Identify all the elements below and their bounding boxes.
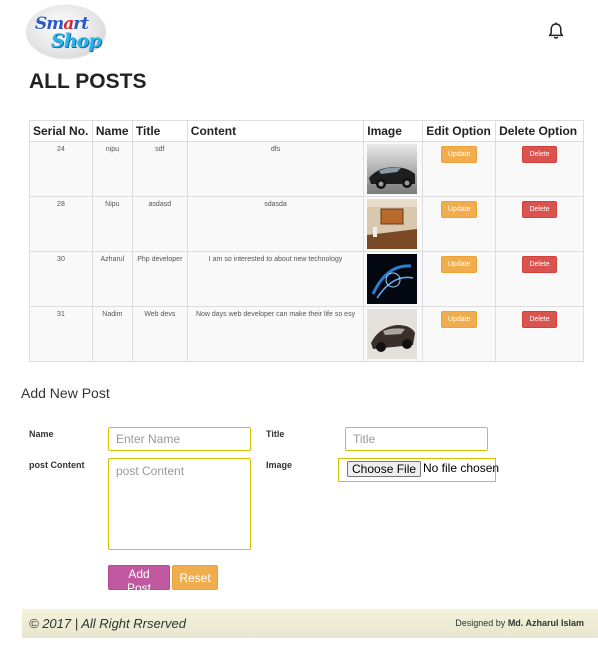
cell-name: Azharul bbox=[91, 251, 133, 307]
title-label: Title bbox=[266, 429, 285, 439]
post-thumbnail-car-dark bbox=[367, 309, 418, 359]
cell-name: nipu bbox=[91, 141, 133, 197]
post-thumbnail-abstract bbox=[367, 254, 418, 304]
logo-text-shop: Shop bbox=[51, 30, 101, 52]
table-row: 30 Azharul Php developer I am so interes… bbox=[29, 251, 584, 307]
designer-name: Md. Azharul Islam bbox=[507, 618, 584, 628]
posts-table: Serial No. Name Title Content Image Edit… bbox=[29, 120, 584, 362]
designed-by: Designed by Md. Azharul Islam bbox=[455, 618, 584, 628]
choose-file-button[interactable]: Choose File bbox=[347, 461, 422, 477]
title-input[interactable] bbox=[345, 427, 488, 451]
bell-icon[interactable] bbox=[546, 21, 566, 41]
column-header-delete: Delete Option bbox=[495, 120, 584, 142]
column-header-serial: Serial No. bbox=[29, 120, 93, 142]
update-button[interactable]: Update bbox=[440, 256, 478, 273]
cell-serial: 24 bbox=[29, 141, 93, 197]
delete-button[interactable]: Delete bbox=[522, 256, 557, 273]
copyright-text: © 2017 | All Right Rrserved bbox=[29, 616, 186, 631]
cell-serial: 28 bbox=[29, 196, 93, 252]
cell-title: Php developer bbox=[131, 251, 188, 307]
table-row: 24 nipu sdf dfs Update Delete bbox=[29, 141, 584, 197]
cell-content: dfs bbox=[186, 141, 365, 197]
smart-shop-logo[interactable]: Smart Shop bbox=[27, 6, 105, 58]
cell-title: Web devs bbox=[131, 306, 188, 362]
footer: © 2017 | All Right Rrserved Designed by … bbox=[22, 609, 598, 638]
add-post-button[interactable]: Add Post bbox=[108, 565, 170, 595]
cell-name: Nadim bbox=[91, 306, 133, 362]
column-header-name: Name bbox=[91, 120, 133, 142]
page-title: ALL POSTS bbox=[29, 70, 147, 93]
cell-content: I am so interested to about new technolo… bbox=[186, 251, 365, 307]
delete-button[interactable]: Delete bbox=[522, 311, 557, 328]
update-button[interactable]: Update bbox=[440, 201, 478, 218]
post-content-textarea[interactable] bbox=[108, 458, 251, 550]
column-header-image: Image bbox=[363, 120, 424, 142]
cell-title: asdasd bbox=[131, 196, 188, 252]
column-header-title: Title bbox=[131, 120, 188, 142]
cell-title: sdf bbox=[131, 141, 188, 197]
image-label: Image bbox=[266, 460, 293, 470]
post-content-label: post Content bbox=[29, 460, 85, 470]
cell-serial: 31 bbox=[29, 306, 93, 362]
cell-serial: 30 bbox=[29, 251, 93, 307]
update-button[interactable]: Update bbox=[440, 311, 478, 328]
image-file-input[interactable]: Choose File No file chosen bbox=[338, 458, 500, 482]
cell-content: sdasda bbox=[186, 196, 365, 252]
file-status-text: No file chosen bbox=[423, 461, 500, 475]
add-post-heading: Add New Post bbox=[21, 385, 110, 401]
delete-button[interactable]: Delete bbox=[522, 201, 557, 218]
delete-button[interactable]: Delete bbox=[522, 146, 557, 163]
table-header-row: Serial No. Name Title Content Image Edit… bbox=[29, 120, 584, 142]
post-thumbnail-room bbox=[367, 199, 418, 249]
reset-button[interactable]: Reset bbox=[172, 565, 218, 590]
table-row: 28 Nipu asdasd sdasda Update Delete bbox=[29, 196, 584, 252]
name-input[interactable] bbox=[108, 427, 251, 451]
column-header-content: Content bbox=[186, 120, 365, 142]
table-row: 31 Nadim Web devs Now days web developer… bbox=[29, 306, 584, 362]
update-button[interactable]: Update bbox=[440, 146, 478, 163]
post-thumbnail-car bbox=[367, 144, 418, 194]
name-label: Name bbox=[29, 429, 54, 439]
column-header-edit: Edit Option bbox=[422, 120, 497, 142]
cell-content: Now days web developer can make their li… bbox=[186, 306, 365, 362]
cell-name: Nipu bbox=[91, 196, 133, 252]
